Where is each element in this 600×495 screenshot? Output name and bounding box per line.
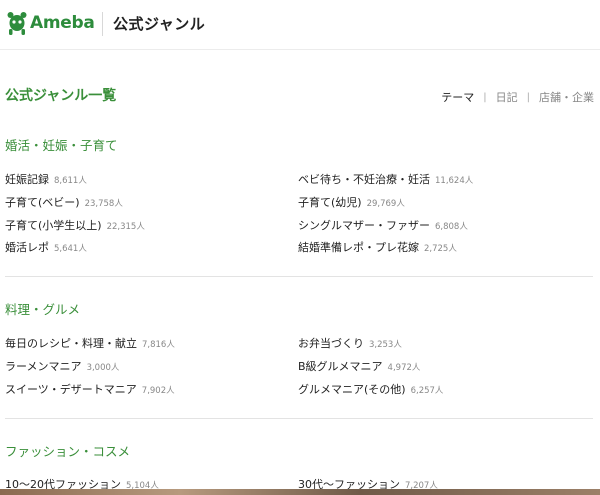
header: Ameba 公式ジャンル	[0, 0, 600, 50]
genre-label: ベビ待ち・不妊治療・妊活	[298, 173, 430, 186]
member-count: 11,624人	[435, 176, 474, 186]
genre-label: 結婚準備レポ・プレ花嫁	[298, 241, 419, 254]
page-title: 公式ジャンル一覧	[5, 88, 117, 104]
tab-separator: |	[483, 91, 487, 103]
logo-text: Ameba	[30, 13, 95, 33]
genre-label: 子育て(小学生以上)	[5, 219, 102, 232]
tab-diary[interactable]: 日記	[496, 89, 518, 105]
genre-item[interactable]: 毎日のレシピ・料理・献立 7,816人	[5, 335, 175, 351]
member-count: 3,000人	[86, 363, 120, 373]
section-title-marriage-pregnancy-childcare: 婚活・妊娠・子育て	[5, 138, 118, 153]
genre-item[interactable]: 妊娠記録 8,611人	[5, 171, 87, 187]
member-count: 22,315人	[106, 222, 145, 232]
member-count: 4,972人	[387, 363, 421, 373]
bottom-background-strip	[0, 489, 600, 495]
category-tabs: テーマ | 日記 | 店舗・企業	[441, 89, 594, 105]
tab-separator: |	[526, 91, 530, 103]
ameba-mascot-icon	[7, 12, 27, 35]
member-count: 6,808人	[435, 222, 468, 232]
genre-label: お弁当づくり	[298, 337, 364, 350]
member-count: 2,725人	[424, 244, 457, 254]
genre-item[interactable]: 子育て(ベビー) 23,758人	[5, 194, 123, 210]
genre-item[interactable]: ラーメンマニア 3,000人	[5, 358, 119, 374]
genre-item[interactable]: 子育て(幼児) 29,769人	[298, 194, 405, 210]
genre-item[interactable]: B級グルメマニア 4,972人	[298, 358, 420, 374]
genre-label: スイーツ・デザートマニア	[5, 383, 137, 396]
section-divider	[5, 418, 593, 419]
genre-label: ラーメンマニア	[5, 360, 82, 373]
genre-label: 子育て(ベビー)	[5, 196, 80, 209]
genre-label: 婚活レポ	[5, 241, 49, 254]
section-divider	[5, 276, 593, 277]
member-count: 6,257人	[410, 386, 444, 396]
member-count: 5,641人	[54, 244, 87, 254]
header-divider	[102, 12, 103, 36]
section-title-cooking-gourmet: 料理・グルメ	[5, 302, 81, 317]
member-count: 7,816人	[142, 340, 175, 350]
member-count: 7,902人	[141, 386, 175, 396]
genre-item[interactable]: グルメマニア(その他) 6,257人	[298, 381, 443, 397]
genre-item[interactable]: スイーツ・デザートマニア 7,902人	[5, 381, 175, 397]
genre-item[interactable]: 子育て(小学生以上) 22,315人	[5, 217, 145, 233]
genre-label: 妊娠記録	[5, 173, 49, 186]
section-title-fashion-cosmetics: ファッション・コスメ	[5, 444, 131, 459]
tab-store-company[interactable]: 店舗・企業	[539, 89, 594, 105]
tab-theme[interactable]: テーマ	[441, 89, 474, 105]
member-count: 29,769人	[366, 199, 405, 209]
genre-item[interactable]: シングルマザー・ファザー 6,808人	[298, 217, 468, 233]
genre-label: B級グルメマニア	[298, 360, 383, 373]
genre-item[interactable]: お弁当づくり 3,253人	[298, 335, 402, 351]
genre-item[interactable]: ベビ待ち・不妊治療・妊活 11,624人	[298, 171, 473, 187]
member-count: 3,253人	[369, 340, 402, 350]
genre-label: グルメマニア(その他)	[298, 383, 406, 396]
header-title: 公式ジャンル	[113, 15, 206, 33]
genre-label: シングルマザー・ファザー	[298, 219, 430, 232]
member-count: 23,758人	[84, 199, 123, 209]
ameba-logo[interactable]: Ameba	[6, 9, 95, 37]
genre-item[interactable]: 結婚準備レポ・プレ花嫁 2,725人	[298, 239, 457, 255]
member-count: 8,611人	[54, 176, 87, 186]
genre-label: 子育て(幼児)	[298, 196, 362, 209]
genre-label: 毎日のレシピ・料理・献立	[5, 337, 137, 350]
genre-item[interactable]: 婚活レポ 5,641人	[5, 239, 87, 255]
